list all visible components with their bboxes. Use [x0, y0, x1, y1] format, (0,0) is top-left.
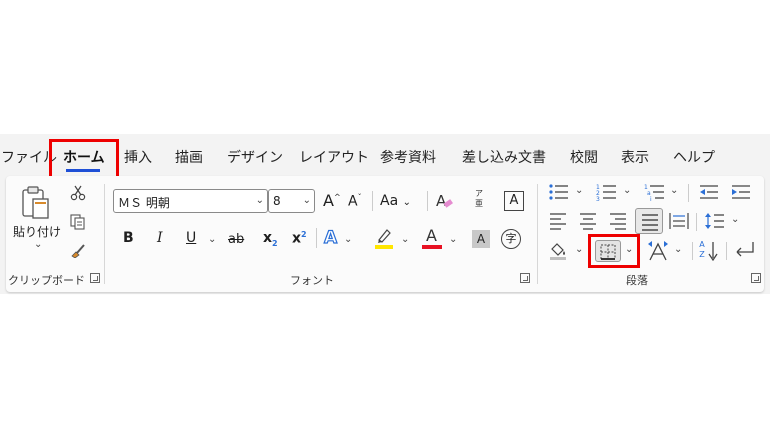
- highlighter-icon[interactable]: [374, 227, 394, 249]
- ribbon-panel: 貼り付け ⌄ クリップボード ＭＳ 明朝 ⌄ 8 ⌄ A^ Aˇ Aa ⌄ A …: [6, 176, 764, 292]
- paste-label: 貼り付け: [13, 225, 62, 239]
- clear-formatting-icon[interactable]: A: [434, 192, 454, 210]
- clipboard-dialog-launcher-icon[interactable]: [90, 273, 100, 283]
- superscript-button[interactable]: x2: [292, 230, 307, 247]
- sort-icon: [708, 242, 718, 261]
- underline-button[interactable]: U: [186, 230, 196, 246]
- shading-icon[interactable]: [548, 240, 568, 260]
- phonetic-guide-button[interactable]: ア 亜: [472, 189, 486, 213]
- paragraph-dialog-launcher-icon[interactable]: [751, 273, 761, 283]
- chevron-down-icon: ⌄: [255, 195, 264, 206]
- tab-layout[interactable]: レイアウト: [299, 147, 369, 167]
- ribbon: 貼り付け ⌄ クリップボード ＭＳ 明朝 ⌄ 8 ⌄ A^ Aˇ Aa ⌄ A …: [0, 176, 770, 294]
- highlight-dropdown[interactable]: ⌄: [401, 234, 409, 245]
- shrink-font-button[interactable]: Aˇ: [348, 193, 362, 210]
- divider: [316, 228, 317, 248]
- tab-insert[interactable]: 挿入: [124, 147, 152, 167]
- tab-view[interactable]: 表示: [621, 147, 649, 167]
- cut-icon[interactable]: [70, 185, 86, 201]
- svg-text:A: A: [436, 192, 447, 210]
- divider: [688, 184, 689, 202]
- asian-layout-dropdown[interactable]: ⌄: [674, 244, 682, 255]
- grow-font-button[interactable]: A^: [323, 191, 341, 210]
- divider: [372, 191, 373, 211]
- text-effects-dropdown[interactable]: ⌄: [344, 234, 352, 245]
- enclose-characters-button[interactable]: 字: [501, 229, 521, 249]
- bold-button[interactable]: B: [123, 230, 134, 246]
- align-left-icon[interactable]: [548, 212, 568, 230]
- font-color-swatch: [422, 245, 442, 249]
- svg-text:i: i: [650, 196, 652, 201]
- line-spacing-icon[interactable]: [704, 212, 726, 230]
- tab-draw[interactable]: 描画: [175, 147, 203, 167]
- paste-button[interactable]: [18, 186, 58, 224]
- character-shading-button[interactable]: A: [472, 230, 490, 248]
- highlight-box-home-tab: [49, 139, 119, 179]
- clipboard-group-label: クリップボード: [8, 274, 85, 287]
- font-size-value: 8: [273, 194, 281, 208]
- font-dialog-launcher-icon[interactable]: [520, 273, 530, 283]
- divider: [692, 242, 693, 260]
- tab-mailings[interactable]: 差し込み文書: [462, 147, 546, 167]
- paste-dropdown-chevron[interactable]: ⌄: [34, 239, 42, 250]
- svg-text:3: 3: [596, 196, 600, 201]
- font-name-value: ＭＳ 明朝: [118, 196, 170, 210]
- text-effects-button[interactable]: A: [323, 227, 337, 248]
- character-border-button[interactable]: A: [504, 191, 524, 211]
- justify-icon: [642, 214, 658, 231]
- bullets-dropdown[interactable]: ⌄: [575, 185, 583, 196]
- align-right-icon[interactable]: [608, 212, 628, 230]
- divider: [726, 242, 727, 260]
- highlight-box-borders: [588, 234, 640, 268]
- sort-button[interactable]: A Z: [698, 240, 720, 262]
- subscript-button[interactable]: x2: [263, 230, 278, 248]
- numbering-dropdown[interactable]: ⌄: [623, 185, 631, 196]
- paste-icon: [22, 186, 49, 219]
- copy-icon[interactable]: [70, 214, 86, 230]
- multilevel-list-dropdown[interactable]: ⌄: [670, 185, 678, 196]
- change-case-button[interactable]: Aa ⌄: [380, 193, 411, 209]
- tab-help[interactable]: ヘルプ: [673, 147, 715, 167]
- divider: [696, 213, 697, 231]
- paragraph-group-label: 段落: [626, 274, 648, 287]
- justify-button[interactable]: [635, 208, 663, 234]
- font-group-label: フォント: [290, 274, 334, 287]
- increase-indent-icon[interactable]: [730, 183, 752, 201]
- group-separator: [104, 184, 105, 284]
- tab-design[interactable]: デザイン: [227, 147, 283, 167]
- bullets-icon[interactable]: [548, 183, 570, 201]
- paragraph-mark-icon[interactable]: [733, 240, 755, 260]
- chevron-down-icon: ⌄: [302, 195, 311, 206]
- asian-layout-icon[interactable]: [647, 240, 669, 262]
- font-size-combobox[interactable]: 8 ⌄: [268, 189, 315, 213]
- decrease-indent-icon[interactable]: [698, 183, 720, 201]
- strikethrough-button[interactable]: ab: [228, 232, 244, 247]
- line-spacing-dropdown[interactable]: ⌄: [731, 214, 739, 225]
- numbering-icon[interactable]: 1 2 3: [596, 183, 618, 201]
- shading-dropdown[interactable]: ⌄: [575, 244, 583, 255]
- group-separator: [537, 184, 538, 284]
- distributed-icon[interactable]: [668, 212, 690, 230]
- tab-review[interactable]: 校閲: [570, 147, 598, 167]
- font-color-button[interactable]: A: [422, 226, 442, 250]
- underline-dropdown[interactable]: ⌄: [208, 234, 216, 245]
- center-icon[interactable]: [578, 212, 598, 230]
- tab-references[interactable]: 参考資料: [380, 147, 436, 167]
- font-name-combobox[interactable]: ＭＳ 明朝 ⌄: [113, 189, 268, 213]
- font-color-dropdown[interactable]: ⌄: [449, 234, 457, 245]
- divider: [427, 191, 428, 211]
- italic-button[interactable]: I: [157, 230, 163, 246]
- format-painter-icon[interactable]: [70, 242, 86, 258]
- multilevel-list-icon[interactable]: 1 a i: [644, 183, 666, 201]
